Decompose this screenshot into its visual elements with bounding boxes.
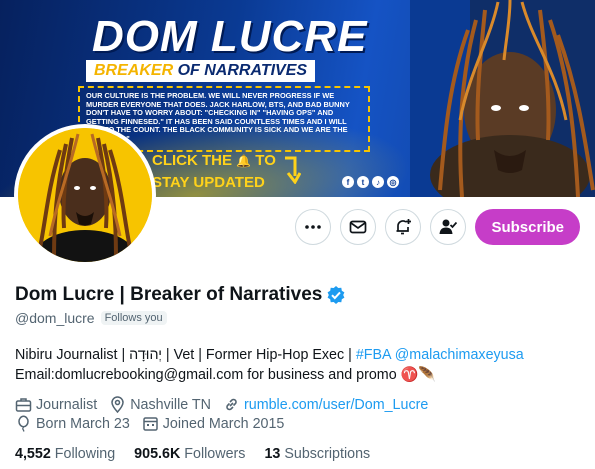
more-button[interactable]	[295, 209, 332, 245]
display-name: Dom Lucre | Breaker of Narratives	[15, 284, 323, 305]
location-text: Nashville TN	[130, 396, 211, 413]
following-stat[interactable]: 4,552 Following	[15, 446, 115, 462]
follows-you-badge: Follows you	[100, 311, 167, 325]
profile-meta-row1: Journalist Nashville TN rumble.com/user/…	[15, 396, 585, 413]
subscribe-button[interactable]: Subscribe	[475, 209, 580, 245]
profile-stats: 4,552 Following 905.6K Followers 13 Subs…	[15, 446, 370, 462]
verified-badge-icon[interactable]	[326, 285, 346, 305]
balloon-icon	[18, 415, 29, 432]
instagram-icon: ◎	[387, 176, 399, 188]
location-pin-icon	[111, 396, 124, 413]
profile-page: DOM LUCRE BREAKER OF NARRATIVES OUR CULT…	[0, 0, 595, 469]
banner-cta-line1a: CLICK THE	[152, 152, 232, 169]
following-count: 4,552	[15, 446, 51, 462]
joined-text: Joined March 2015	[162, 415, 285, 432]
bio-line1: Nibiru Journalist | יְהוּדָה | Vet | For…	[15, 347, 356, 363]
banner-portrait	[410, 0, 595, 197]
banner-subtitle: BREAKER OF NARRATIVES	[86, 60, 316, 82]
banner-cta: CLICK THE 🔔 TO STAY UPDATED	[152, 150, 276, 193]
calendar-icon	[143, 417, 158, 431]
briefcase-icon	[15, 398, 32, 412]
category-item: Journalist	[15, 396, 97, 413]
bell-plus-icon	[396, 219, 412, 235]
arrow-down-icon	[285, 156, 301, 184]
bio-mention-link[interactable]: @malachimaxeyusa	[395, 347, 524, 363]
following-label: Following	[54, 446, 116, 462]
birthday-item: Born March 23	[15, 415, 130, 432]
mail-icon	[350, 220, 367, 234]
message-button[interactable]	[340, 209, 377, 245]
banner-cta-line1b: TO	[255, 152, 276, 169]
banner-subtitle-b: OF NARRATIVES	[177, 62, 308, 79]
subscriptions-label: Subscriptions	[284, 446, 371, 462]
followers-count: 905.6K	[134, 446, 181, 462]
link-icon	[226, 398, 237, 411]
tiktok-icon: ♪	[372, 176, 384, 188]
avatar-image	[18, 128, 152, 282]
subscriptions-count: 13	[264, 446, 281, 462]
banner-cta-line2: STAY UPDATED	[152, 174, 265, 191]
twitter-icon: t	[357, 176, 369, 188]
bell-icon: 🔔	[236, 154, 252, 168]
banner-subtitle-a: BREAKER	[94, 62, 174, 79]
joined-item: Joined March 2015	[142, 415, 285, 432]
profile-actions: Subscribe	[295, 209, 580, 245]
banner-socials: f t ♪ ◎	[342, 176, 399, 188]
bio-hashtag-link[interactable]: #FBA	[356, 347, 391, 363]
website-item: rumble.com/user/Dom_Lucre	[223, 396, 428, 413]
avatar[interactable]	[14, 124, 156, 282]
person-check-icon	[439, 219, 458, 234]
banner-title: DOM LUCRE	[92, 12, 368, 61]
profile-handle-row: @dom_lucre Follows you	[15, 310, 167, 326]
handle: @dom_lucre	[15, 310, 95, 326]
category-text: Journalist	[36, 396, 98, 413]
birthday-text: Born March 23	[36, 415, 130, 432]
bio-line2: Email:domlucrebooking@gmail.com for busi…	[15, 367, 437, 383]
profile-name-row: Dom Lucre | Breaker of Narratives	[15, 284, 346, 306]
profile-bio: Nibiru Journalist | יְהוּדָה | Vet | For…	[15, 345, 585, 385]
subscriptions-stat[interactable]: 13 Subscriptions	[264, 446, 370, 462]
profile-meta-row2: Born March 23 Joined March 2015	[15, 415, 585, 432]
website-link[interactable]: rumble.com/user/Dom_Lucre	[244, 397, 428, 413]
facebook-icon: f	[342, 176, 354, 188]
location-item: Nashville TN	[109, 396, 211, 413]
followers-label: Followers	[184, 446, 246, 462]
notifications-button[interactable]	[385, 209, 422, 245]
followers-stat[interactable]: 905.6K Followers	[134, 446, 245, 462]
following-button[interactable]	[430, 209, 467, 245]
more-icon	[305, 225, 322, 229]
